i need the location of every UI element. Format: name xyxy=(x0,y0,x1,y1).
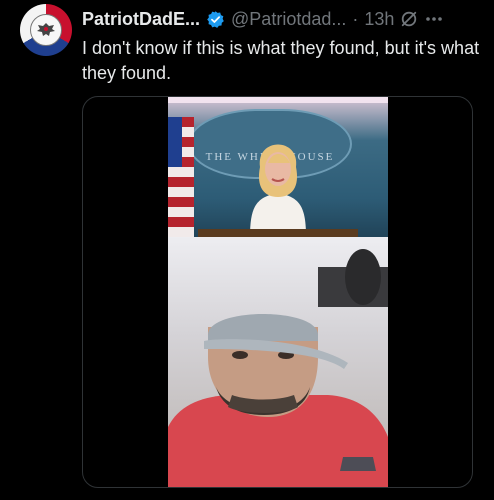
tweet-header: PatriotDadE... @Patriotdad... · 13h xyxy=(82,8,482,30)
separator-dot: · xyxy=(352,8,359,29)
user-handle[interactable]: @Patriotdad... xyxy=(231,9,346,30)
grok-icon[interactable] xyxy=(400,10,418,28)
press-secretary-figure xyxy=(250,144,306,237)
man-in-cap-figure xyxy=(168,249,388,487)
avatar[interactable] xyxy=(20,4,72,56)
post-time[interactable]: 13h xyxy=(364,9,394,30)
display-name[interactable]: PatriotDadE... xyxy=(82,9,200,30)
verified-badge-icon[interactable] xyxy=(206,10,225,29)
media-card[interactable]: THE WHITE HOUSE xyxy=(82,96,473,488)
video-frame[interactable]: THE WHITE HOUSE xyxy=(168,97,388,487)
more-options-icon[interactable] xyxy=(424,9,444,29)
press-briefing-scene: THE WHITE HOUSE xyxy=(168,97,388,287)
us-flag-canton xyxy=(168,117,182,167)
tweet-text: I don't know if this is what they found,… xyxy=(82,38,480,83)
eagle-emblem-icon xyxy=(30,14,62,46)
video-top-strip xyxy=(168,97,388,103)
